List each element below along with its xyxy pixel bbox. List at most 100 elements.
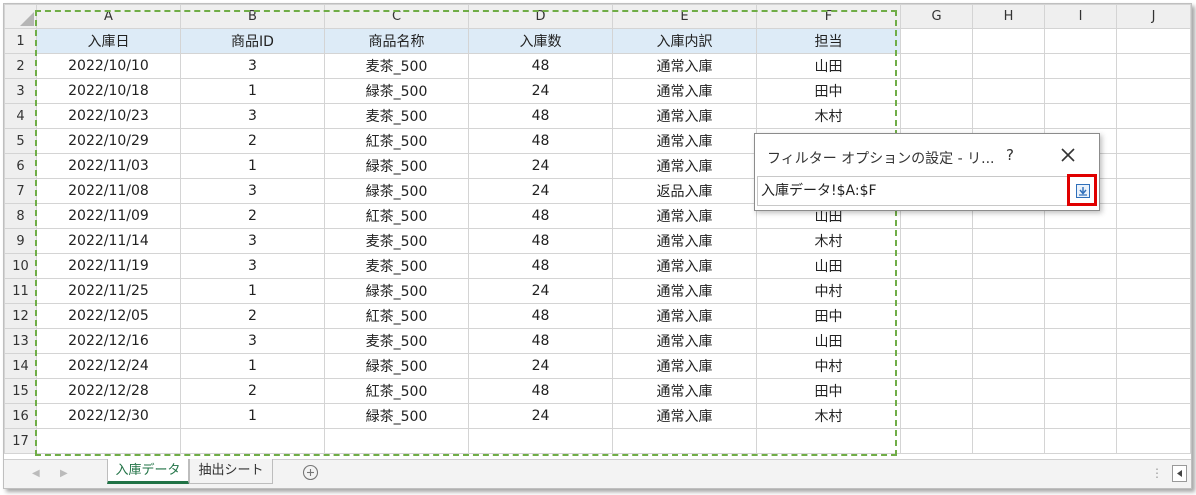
cell[interactable]: 48 [468,253,613,279]
row-header[interactable]: 12 [4,303,37,329]
cell[interactable] [36,428,181,454]
header-cell[interactable] [972,28,1045,54]
cell[interactable]: 2022/11/14 [36,228,181,254]
cell[interactable]: 緑茶_500 [324,403,469,429]
cell[interactable]: 24 [468,353,613,379]
cell[interactable]: 24 [468,403,613,429]
row-header[interactable]: 3 [4,78,37,104]
cell[interactable]: 2022/11/09 [36,203,181,229]
cell[interactable]: 2 [180,128,325,154]
cell[interactable] [1044,53,1117,79]
cell[interactable]: 木村 [756,403,901,429]
cell[interactable]: 通常入庫 [612,353,757,379]
column-header-h[interactable]: H [972,4,1045,29]
row-header[interactable]: 9 [4,228,37,254]
row-header[interactable]: 15 [4,378,37,404]
cell[interactable] [1116,228,1191,254]
cell[interactable]: 通常入庫 [612,78,757,104]
range-input[interactable] [759,178,1065,204]
cell[interactable]: 2022/11/08 [36,178,181,204]
cell[interactable]: 2022/12/05 [36,303,181,329]
cell[interactable] [1044,353,1117,379]
cell[interactable]: 48 [468,228,613,254]
cell[interactable]: 1 [180,78,325,104]
cell[interactable]: 2022/11/19 [36,253,181,279]
row-header[interactable]: 14 [4,353,37,379]
cell[interactable] [1116,378,1191,404]
cell[interactable] [900,303,973,329]
cell[interactable] [900,403,973,429]
cell[interactable]: 山田 [756,53,901,79]
cell[interactable]: 24 [468,278,613,304]
cell[interactable] [972,278,1045,304]
row-header[interactable]: 8 [4,203,37,229]
cell[interactable] [1044,78,1117,104]
cell[interactable] [972,253,1045,279]
cell[interactable]: 1 [180,353,325,379]
row-header[interactable]: 4 [4,103,37,129]
header-cell[interactable]: 入庫日 [36,28,181,54]
more-options-icon[interactable]: ⋮ [1151,466,1163,480]
sheet-tab-nyuko-data[interactable]: 入庫データ [107,459,189,484]
row-header[interactable]: 6 [4,153,37,179]
cell[interactable]: 3 [180,53,325,79]
cell[interactable] [1044,253,1117,279]
cell[interactable] [972,353,1045,379]
cell[interactable] [1116,78,1191,104]
cell[interactable] [1116,203,1191,229]
row-header[interactable]: 7 [4,178,37,204]
cell[interactable] [1116,428,1191,454]
cell[interactable] [972,228,1045,254]
cell[interactable] [900,253,973,279]
cell[interactable]: 紅茶_500 [324,128,469,154]
cell[interactable]: 48 [468,53,613,79]
cell[interactable] [1116,153,1191,179]
cell[interactable] [972,103,1045,129]
column-header-i[interactable]: I [1044,4,1117,29]
row-header[interactable]: 17 [4,428,37,454]
cell[interactable]: 麦茶_500 [324,103,469,129]
row-header[interactable]: 13 [4,328,37,354]
cell[interactable]: 1 [180,403,325,429]
cell[interactable]: 3 [180,253,325,279]
cell[interactable]: 通常入庫 [612,153,757,179]
add-sheet-icon[interactable] [302,464,319,481]
cell[interactable]: 48 [468,303,613,329]
cell[interactable]: 山田 [756,253,901,279]
cell[interactable]: 2 [180,203,325,229]
cell[interactable]: 48 [468,203,613,229]
row-header[interactable]: 5 [4,128,37,154]
cell[interactable]: 24 [468,178,613,204]
cell[interactable] [1044,403,1117,429]
sheet-tab-chushutsu[interactable]: 抽出シート [189,459,273,484]
cell[interactable]: 2 [180,378,325,404]
cell[interactable] [1044,278,1117,304]
cell[interactable]: 通常入庫 [612,303,757,329]
cell[interactable]: 田中 [756,378,901,404]
cell[interactable] [900,328,973,354]
cell[interactable]: 通常入庫 [612,228,757,254]
cell[interactable]: 2022/12/28 [36,378,181,404]
cell[interactable] [612,428,757,454]
cell[interactable] [1044,103,1117,129]
cell[interactable]: 48 [468,103,613,129]
cell[interactable]: 通常入庫 [612,328,757,354]
cell[interactable] [1116,103,1191,129]
cell[interactable]: 2022/10/29 [36,128,181,154]
header-cell[interactable]: 商品ID [180,28,325,54]
cell[interactable]: 3 [180,178,325,204]
cell[interactable]: 1 [180,278,325,304]
header-cell[interactable]: 担当 [756,28,901,54]
cell[interactable] [1116,353,1191,379]
header-cell[interactable]: 入庫数 [468,28,613,54]
cell[interactable] [900,278,973,304]
close-icon[interactable] [1057,144,1079,166]
header-cell[interactable] [1044,28,1117,54]
cell[interactable] [1044,378,1117,404]
cell[interactable]: 通常入庫 [612,278,757,304]
cell[interactable] [1116,328,1191,354]
column-header-e[interactable]: E [612,4,757,29]
cell[interactable]: 24 [468,78,613,104]
cell[interactable] [1044,428,1117,454]
cell[interactable]: 48 [468,128,613,154]
